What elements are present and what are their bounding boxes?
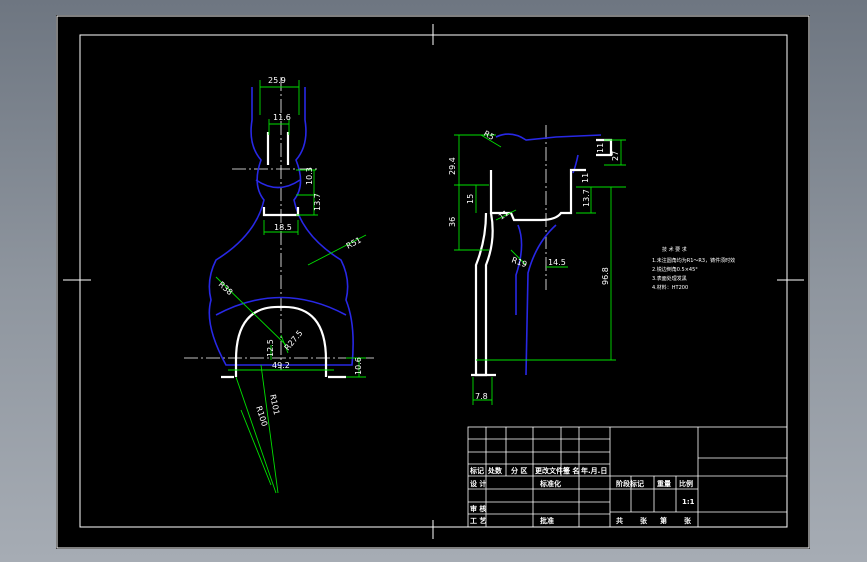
centering-marks	[63, 24, 804, 539]
dim-height-c: 36	[448, 217, 457, 227]
dim-inner-radius: R27.5	[283, 329, 305, 353]
dim-top-width: 25.9	[268, 76, 286, 85]
left-dimensions	[215, 80, 367, 494]
dim-bend: 11	[497, 208, 511, 221]
note-3: 3.表面处理发黑	[652, 275, 687, 282]
technical-notes: 技 术 要 求 1.未注圆角均为R1～R3，铸件须时效 2.锐边倒角0.5×45…	[652, 246, 735, 291]
title-block: 标记 处数 分 区 更改文件号 签 名 年.月.日 设 计 审 核 工 艺 标准…	[467, 426, 788, 528]
dim-step-h: 11	[581, 173, 590, 183]
tb-std: 标准化	[539, 479, 561, 488]
note-1: 1.未注圆角均为R1～R3，铸件须时效	[652, 257, 735, 264]
drawing-canvas[interactable]: 25.9 11.6 10.3 13.7 18.5 R51 R38 R27.5 1…	[56, 15, 810, 549]
tb-rev-h1: 标记	[469, 466, 484, 475]
tb-sheet-no: 第	[660, 516, 667, 525]
left-view: 25.9 11.6 10.3 13.7 18.5 R51 R38 R27.5 1…	[184, 76, 374, 494]
tb-process: 工 艺	[470, 516, 486, 525]
tb-approve: 批准	[540, 516, 554, 525]
tb-sheet-of: 张	[640, 516, 648, 525]
dim-neck-height: 10.3	[305, 167, 314, 185]
note-2: 2.锐边倒角0.5×45°	[652, 266, 698, 273]
right-view: R5 29.4 15 36 11 27 11 13.7 11 R19 14.5 …	[448, 125, 626, 405]
tb-review: 审 核	[470, 504, 486, 513]
dim-step-h2: 13.7	[582, 189, 591, 207]
dim-neck-width: 11.6	[273, 113, 291, 122]
dim-top-radius: R5	[482, 129, 496, 142]
dim-radius-left: R38	[217, 280, 235, 297]
dim-height-b: 15	[466, 194, 475, 204]
dim-bottom-width: 49.2	[272, 361, 290, 370]
tb-sheet-unit: 张	[684, 516, 692, 525]
dim-slot-width: 18.5	[274, 223, 292, 232]
dim-top-right-h: 27	[611, 151, 620, 161]
dim-slot-height: 13.7	[313, 193, 322, 211]
dim-radius-bend: R19	[510, 255, 528, 269]
dim-bottom-height: 10.6	[354, 357, 363, 375]
tb-weight: 重量	[657, 479, 671, 488]
tb-rev-h2: 处数	[487, 466, 503, 475]
tb-rev-h5: 签 名	[562, 466, 579, 475]
notes-title: 技 术 要 求	[662, 246, 687, 253]
tb-scale-value: 1:1	[682, 498, 695, 506]
tb-scale: 比例	[679, 479, 693, 488]
outer-frame	[56, 15, 810, 549]
dim-center-height: 12.5	[266, 339, 275, 357]
left-dim-labels: 25.9 11.6 10.3 13.7 18.5 R51 R38 R27.5 1…	[217, 76, 363, 427]
right-part-white	[471, 138, 613, 377]
dim-total-h: 96.8	[601, 267, 610, 285]
cad-drawing: 25.9 11.6 10.3 13.7 18.5 R51 R38 R27.5 1…	[56, 15, 810, 549]
tb-rev-h3: 分 区	[511, 466, 527, 475]
dim-bottom-w: 7.8	[475, 392, 488, 401]
dim-height-a: 29.4	[448, 157, 457, 175]
dim-top-right-w: 11	[596, 143, 605, 153]
dim-horiz: 14.5	[548, 258, 566, 267]
tb-stage: 阶段标记	[616, 479, 644, 488]
note-4: 4.材料：HT200	[652, 284, 688, 291]
dim-diag-2: R101	[268, 394, 281, 416]
tb-design: 设 计	[470, 479, 486, 488]
tb-rev-h6: 年.月.日	[581, 466, 607, 475]
tb-sheets: 共	[616, 516, 623, 525]
